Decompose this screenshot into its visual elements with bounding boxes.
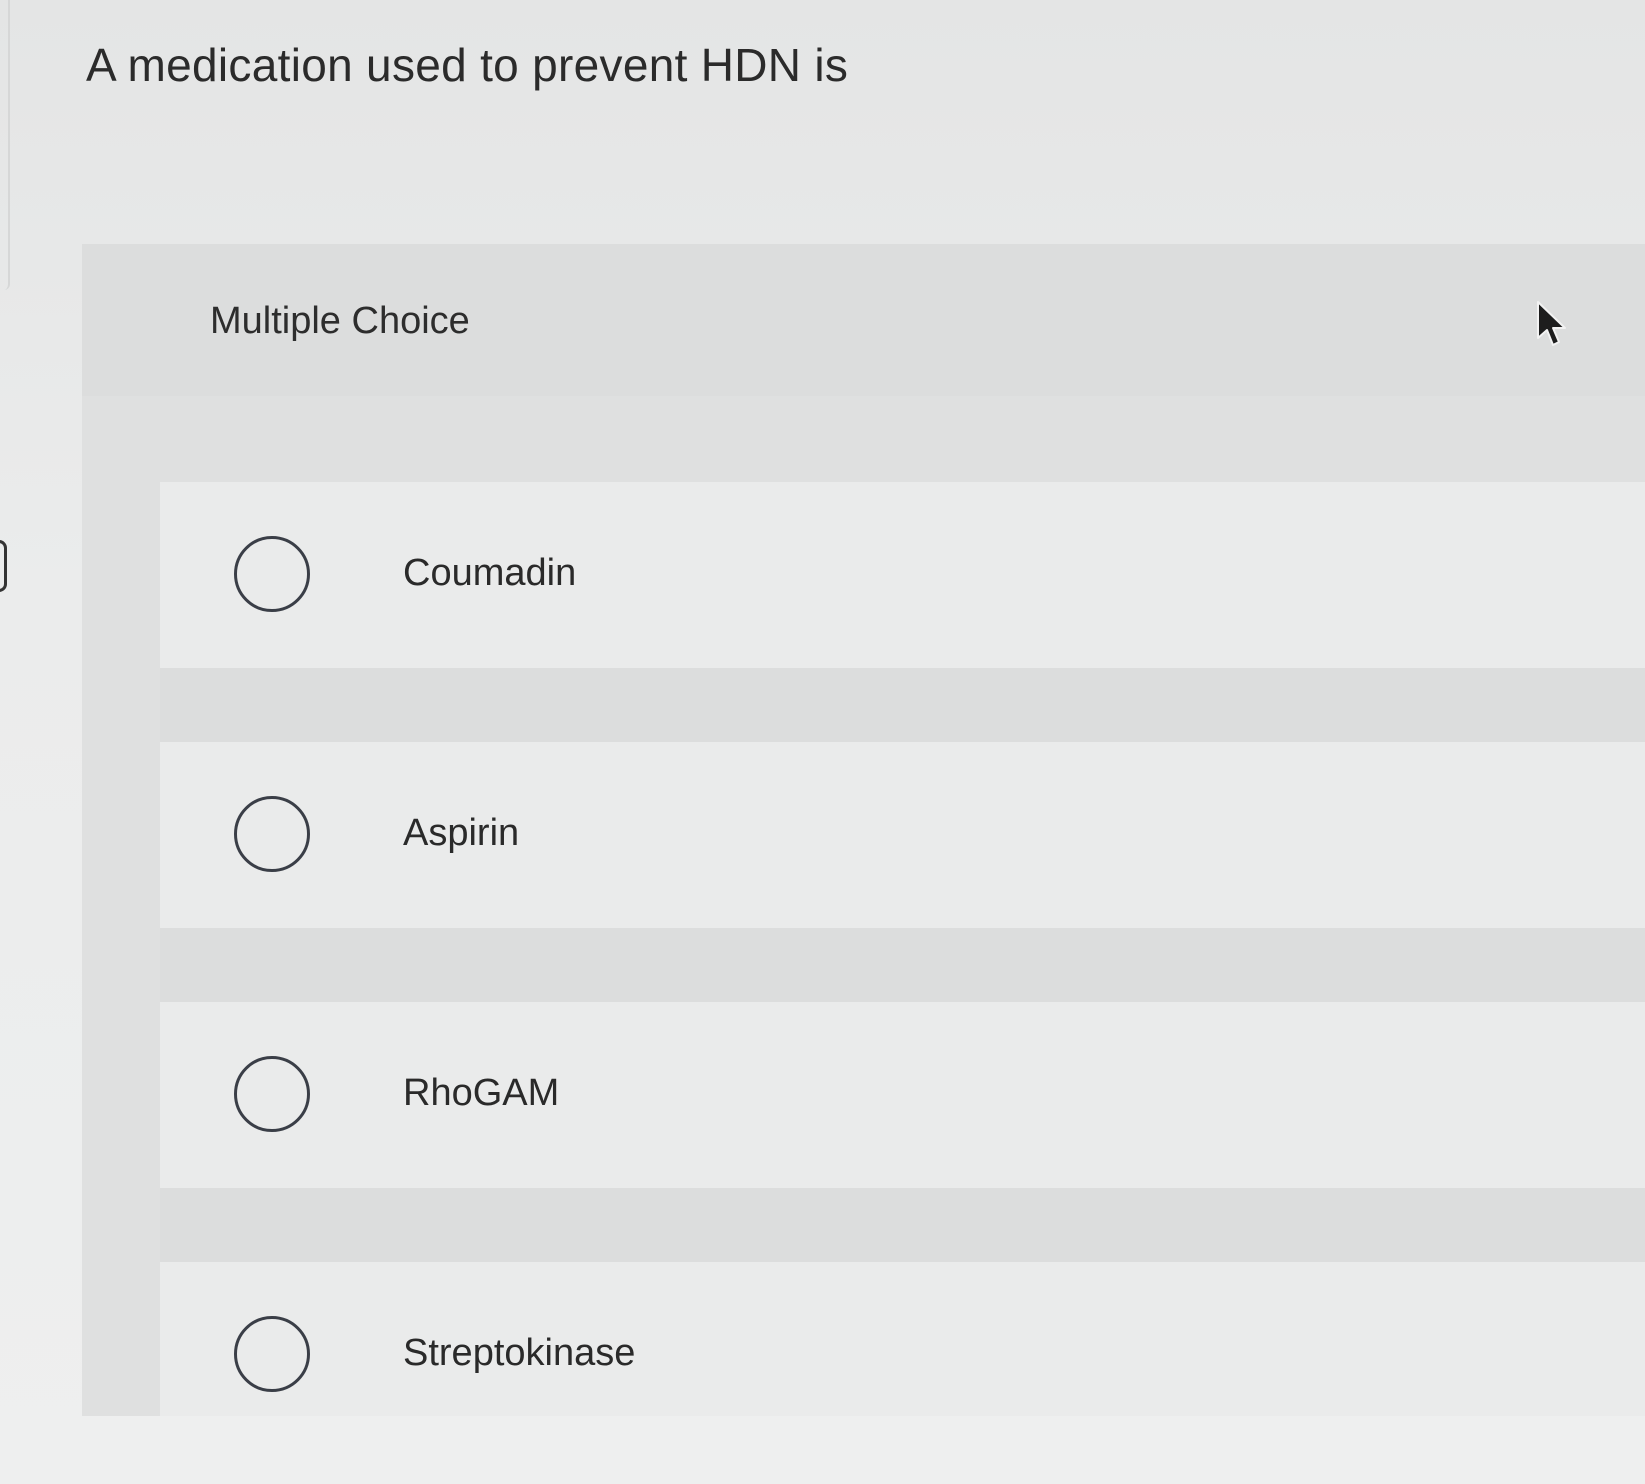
- choice-label: Coumadin: [403, 552, 577, 594]
- choice-label: Streptokinase: [403, 1332, 636, 1374]
- multiple-choice-label: Multiple Choice: [210, 300, 470, 342]
- choice-option-rhogam[interactable]: RhoGAM: [160, 1002, 1645, 1188]
- radio-unchecked-icon[interactable]: [234, 796, 310, 872]
- radio-unchecked-icon[interactable]: [234, 1056, 310, 1132]
- choice-option-streptokinase[interactable]: Streptokinase: [160, 1262, 1645, 1416]
- left-panel-edge: [0, 0, 10, 290]
- radio-unchecked-icon[interactable]: [234, 536, 310, 612]
- side-tab-handle[interactable]: [0, 540, 7, 592]
- radio-unchecked-icon[interactable]: [234, 1316, 310, 1392]
- choice-label: Aspirin: [403, 812, 520, 854]
- mouse-pointer-icon: [1537, 301, 1566, 346]
- choice-option-aspirin[interactable]: Aspirin: [160, 742, 1645, 928]
- choice-option-coumadin[interactable]: Coumadin: [160, 482, 1645, 668]
- panel-header: Multiple Choice: [82, 244, 1645, 396]
- quiz-page: A medication used to prevent HDN is Mult…: [0, 0, 1645, 1484]
- option-separator: [160, 1188, 1645, 1262]
- option-separator: [160, 928, 1645, 1002]
- option-separator: [160, 668, 1645, 742]
- choice-label: RhoGAM: [403, 1072, 560, 1114]
- question-text: A medication used to prevent HDN is: [86, 39, 849, 91]
